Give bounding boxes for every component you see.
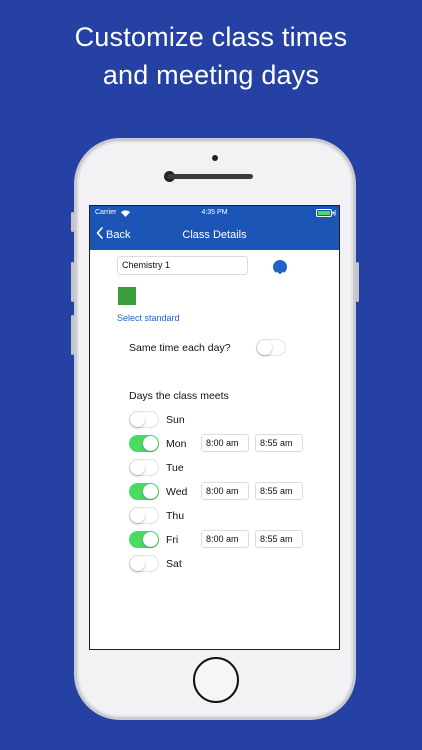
chevron-down-icon (276, 264, 284, 282)
toggle-knob (130, 460, 145, 475)
day-toggle-fri[interactable] (129, 531, 159, 548)
end-time-field[interactable]: 8:55 am (255, 434, 303, 452)
phone-screen: Carrier 4:35 PM Back Class Details Chemi… (89, 205, 340, 650)
home-button[interactable] (193, 657, 239, 703)
status-bar: Carrier 4:35 PM (90, 206, 339, 220)
phone-speaker (167, 174, 253, 179)
class-name-field[interactable]: Chemistry 1 (117, 256, 248, 275)
navigation-bar: Back Class Details (90, 220, 339, 250)
day-toggle-tue[interactable] (129, 459, 159, 476)
day-toggle-sat[interactable] (129, 555, 159, 572)
toggle-knob (130, 412, 145, 427)
day-label: Sat (166, 558, 182, 570)
toggle-knob (143, 484, 158, 499)
day-toggle-sun[interactable] (129, 411, 159, 428)
class-name-value: Chemistry 1 (122, 260, 171, 270)
start-time-field[interactable]: 8:00 am (201, 530, 249, 548)
day-label: Wed (166, 486, 188, 498)
status-time: 4:35 PM (201, 209, 228, 216)
phone-power-button (356, 262, 359, 302)
start-time-field[interactable]: 8:00 am (201, 482, 249, 500)
phone-volume-down (71, 315, 74, 355)
phone-volume-up (71, 262, 74, 302)
toggle-knob (143, 436, 158, 451)
same-time-label: Same time each day? (129, 342, 231, 354)
days-section-title: Days the class meets (129, 390, 229, 402)
phone-mute-switch (71, 212, 74, 232)
start-time-field[interactable]: 8:00 am (201, 434, 249, 452)
headline-line-2: and meeting days (102, 60, 320, 90)
promo-headline: Customize class times and meeting days (0, 18, 422, 94)
day-toggle-mon[interactable] (129, 435, 159, 452)
day-label: Mon (166, 438, 187, 450)
class-color-swatch[interactable] (118, 287, 136, 305)
phone-sensor (212, 155, 218, 161)
day-toggle-wed[interactable] (129, 483, 159, 500)
day-label: Thu (166, 510, 185, 522)
toggle-knob (257, 340, 272, 355)
class-dropdown-button[interactable] (273, 260, 287, 277)
end-time-field[interactable]: 8:55 am (255, 530, 303, 548)
toggle-knob (130, 556, 145, 571)
end-time-field[interactable]: 8:55 am (255, 482, 303, 500)
toggle-knob (143, 532, 158, 547)
same-time-toggle[interactable] (256, 339, 286, 356)
page-title: Class Details (182, 229, 247, 241)
day-label: Fri (166, 534, 179, 546)
headline-line-1: Customize class times (74, 22, 348, 52)
toggle-knob (130, 508, 145, 523)
day-label: Tue (166, 462, 184, 474)
day-label: Sun (166, 414, 185, 426)
select-standard-link[interactable]: Select standard (117, 313, 180, 323)
day-toggle-thu[interactable] (129, 507, 159, 524)
